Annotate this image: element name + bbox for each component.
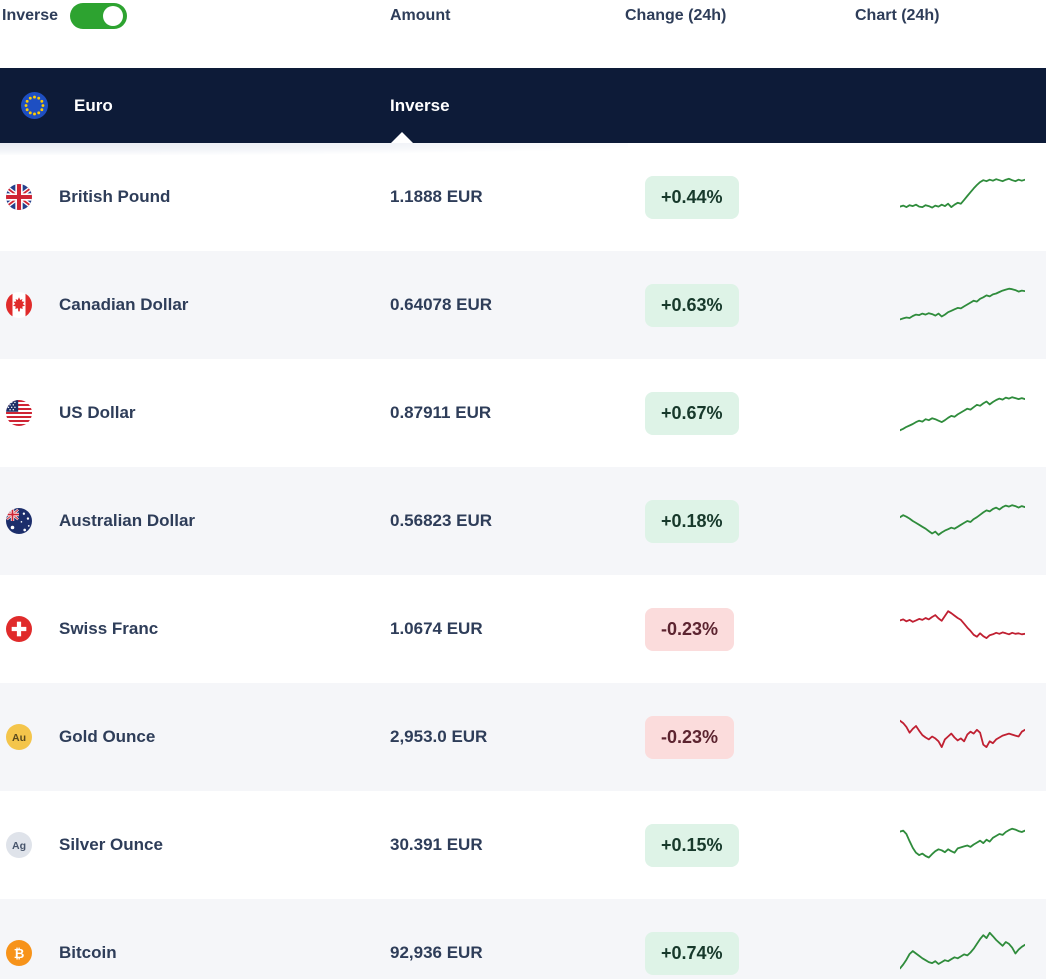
currency-name: Silver Ounce	[59, 835, 163, 854]
change-badge: +0.67%	[645, 391, 739, 435]
sparkline-chart	[900, 827, 1025, 859]
change-badge: +0.15%	[645, 823, 739, 867]
eu-flag-icon	[21, 92, 48, 119]
change-badge: +0.18%	[645, 499, 739, 543]
table-row[interactable]: Canadian Dollar 0.64078 EUR +0.63%	[0, 251, 1046, 359]
sparkline-chart	[900, 610, 1025, 639]
sparkline-chart	[900, 719, 1025, 748]
gold-au-icon: Au	[6, 724, 32, 750]
change-badge: +0.44%	[645, 175, 739, 219]
currency-name: Australian Dollar	[59, 511, 196, 530]
currency-name: US Dollar	[59, 403, 136, 422]
table-row[interactable]: Australian Dollar 0.56823 EUR +0.18%	[0, 467, 1046, 575]
table-column-header: Inverse Amount Change (24h) Chart (24h)	[0, 2, 1046, 30]
currency-rows: British Pound 1.1888 EUR +0.44% Canadian…	[0, 143, 1046, 979]
currency-name: British Pound	[59, 187, 171, 206]
au-flag-icon	[6, 508, 32, 534]
table-row[interactable]: British Pound 1.1888 EUR +0.44%	[0, 143, 1046, 251]
sparkline-chart	[900, 287, 1025, 321]
ca-flag-icon	[6, 292, 32, 318]
inverse-amount: 0.56823 EUR	[390, 511, 493, 530]
svg-text:Ag: Ag	[12, 840, 26, 852]
toggle-knob	[103, 6, 124, 26]
silver-ag-icon: Ag	[6, 832, 32, 858]
currency-name: Bitcoin	[59, 943, 117, 962]
btc-icon: ₿	[6, 940, 32, 966]
base-inverse-label: Inverse	[390, 95, 450, 115]
base-currency-header[interactable]: Euro Inverse	[0, 68, 1046, 143]
tooltip-notch	[391, 132, 413, 143]
inverse-toggle-label: Inverse	[2, 7, 59, 24]
inverse-amount: 1.1888 EUR	[390, 187, 483, 206]
column-header-chart: Chart (24h)	[855, 7, 940, 24]
currency-name: Swiss Franc	[59, 619, 159, 638]
inverse-amount: 92,936 EUR	[390, 943, 483, 962]
base-currency-name: Euro	[74, 95, 113, 115]
svg-text:₿: ₿	[14, 947, 25, 962]
currency-rates-table: Inverse Amount Change (24h) Chart (24h) …	[0, 0, 1046, 979]
inverse-amount: 30.391 EUR	[390, 835, 483, 854]
column-header-change: Change (24h)	[625, 7, 727, 24]
inverse-amount: 1.0674 EUR	[390, 619, 483, 638]
column-header-amount: Amount	[390, 7, 451, 24]
table-row[interactable]: Au Gold Ounce 2,953.0 EUR -0.23%	[0, 683, 1046, 791]
table-row[interactable]: ₿ Bitcoin 92,936 EUR +0.74%	[0, 899, 1046, 979]
ch-flag-icon	[6, 616, 32, 642]
sparkline-chart	[900, 504, 1025, 536]
change-badge: -0.23%	[645, 715, 735, 759]
inverse-amount: 0.87911 EUR	[390, 403, 492, 422]
change-badge: -0.23%	[645, 607, 735, 651]
inverse-amount: 0.64078 EUR	[390, 295, 493, 314]
change-badge: +0.74%	[645, 931, 739, 975]
sparkline-chart	[900, 931, 1025, 970]
table-row[interactable]: US Dollar 0.87911 EUR +0.67%	[0, 359, 1046, 467]
change-badge: +0.63%	[645, 283, 739, 327]
inverse-toggle[interactable]	[70, 3, 128, 29]
us-flag-icon	[6, 400, 32, 426]
header-shadow	[0, 143, 628, 155]
currency-name: Gold Ounce	[59, 727, 156, 746]
svg-text:Au: Au	[12, 732, 26, 744]
sparkline-chart	[900, 177, 1025, 209]
table-row[interactable]: Ag Silver Ounce 30.391 EUR +0.15%	[0, 791, 1046, 899]
gb-flag-icon	[6, 184, 32, 210]
inverse-amount: 2,953.0 EUR	[390, 727, 488, 746]
currency-name: Canadian Dollar	[59, 295, 189, 314]
sparkline-chart	[900, 396, 1025, 432]
table-row[interactable]: Swiss Franc 1.0674 EUR -0.23%	[0, 575, 1046, 683]
